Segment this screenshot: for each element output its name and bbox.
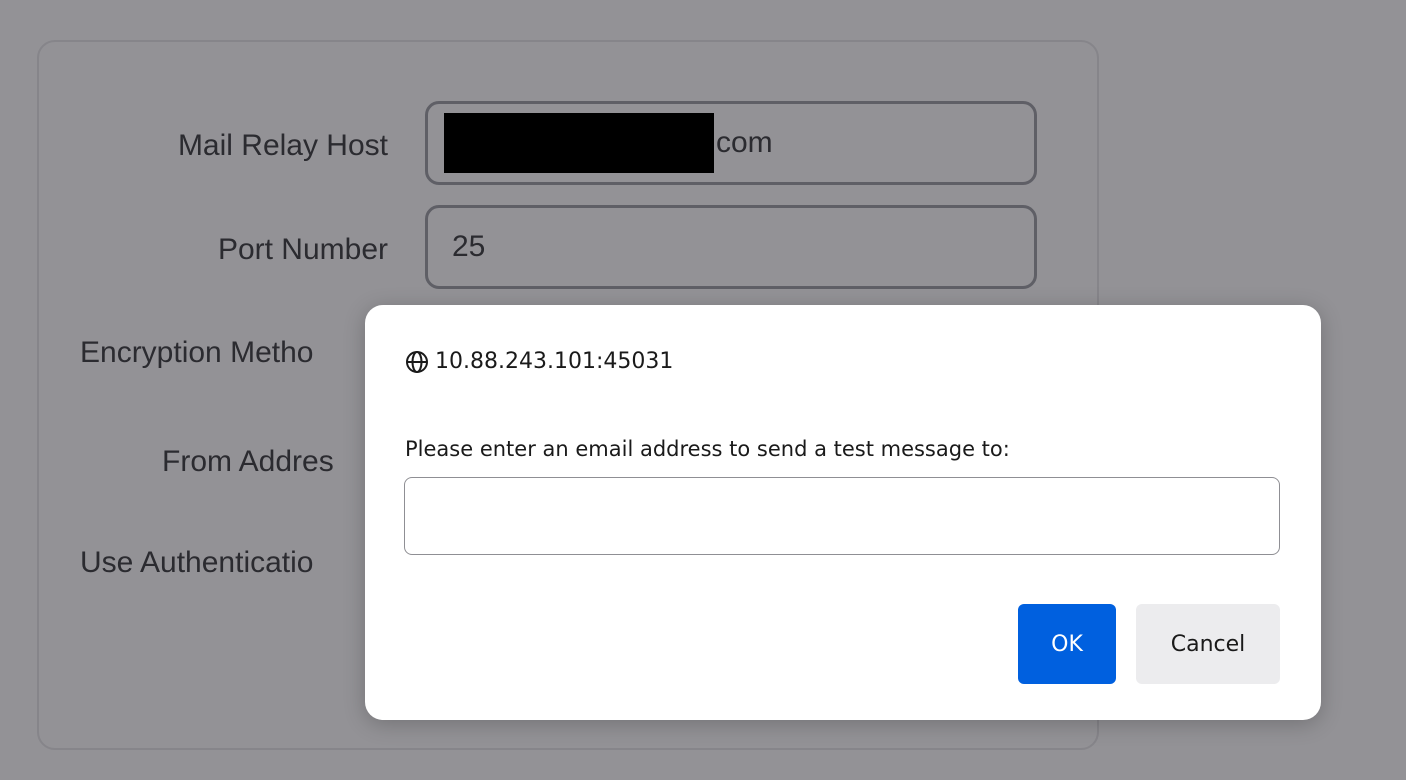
globe-icon [405,350,429,374]
mail-relay-host-value: com [716,126,773,159]
port-number-label: Port Number [217,233,388,266]
use-authentication-label: Use Authenticatio [80,546,314,579]
prompt-dialog: 10.88.243.101:45031 Please enter an emai… [365,305,1321,720]
mail-relay-host-label: Mail Relay Host [177,129,388,162]
dialog-origin: 10.88.243.101:45031 [405,349,673,374]
dialog-message: Please enter an email address to send a … [405,437,1010,461]
encryption-method-label: Encryption Metho [80,336,314,369]
cancel-button[interactable]: Cancel [1136,604,1280,684]
port-number-value: 25 [452,230,486,263]
redacted-host-block [444,113,714,173]
port-number-input[interactable]: 25 [425,205,1037,289]
ok-button[interactable]: OK [1018,604,1116,684]
mail-relay-host-input[interactable]: com [425,101,1037,185]
dialog-origin-text: 10.88.243.101:45031 [435,349,674,374]
page: Mail Relay Host com Port Number 25 Encry… [0,0,1406,780]
test-email-input[interactable] [404,477,1280,555]
from-address-label: From Addres [162,445,334,478]
